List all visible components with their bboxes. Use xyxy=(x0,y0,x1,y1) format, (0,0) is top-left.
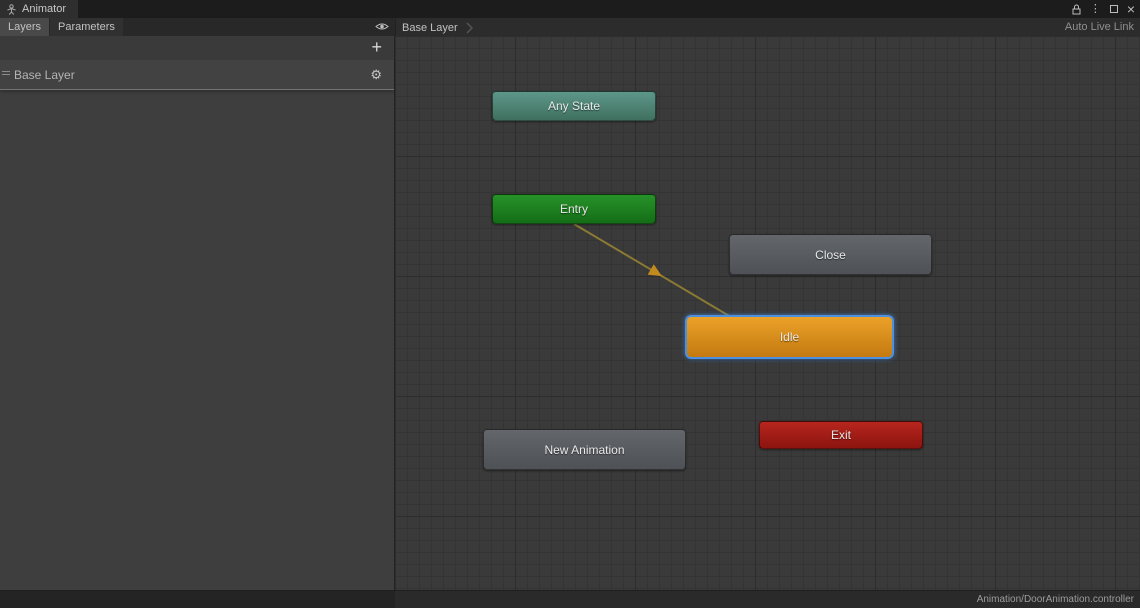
animator-window: Animator ⋮ × Layers Parameters Base Laye… xyxy=(0,0,1140,608)
state-node-entry[interactable]: Entry xyxy=(492,194,656,224)
maximize-icon[interactable] xyxy=(1109,5,1118,13)
menu-icon[interactable]: ⋮ xyxy=(1090,0,1101,18)
state-node-exit[interactable]: Exit xyxy=(759,421,923,449)
layer-row-base-layer[interactable]: Base Layer ⚙ xyxy=(0,60,394,90)
controller-path: Animation/DoorAnimation.controller xyxy=(976,594,1134,605)
animator-tab[interactable]: Animator xyxy=(0,0,79,18)
eye-icon[interactable] xyxy=(375,21,389,32)
state-label: Exit xyxy=(830,428,851,442)
state-node-any-state[interactable]: Any State xyxy=(492,91,656,121)
status-bar: Animation/DoorAnimation.controller xyxy=(0,590,1140,608)
state-node-idle-selected[interactable]: Idle xyxy=(685,315,894,359)
tab-layers-label: Layers xyxy=(8,21,42,33)
layer-name: Base Layer xyxy=(14,67,75,82)
tab-parameters[interactable]: Parameters xyxy=(50,18,123,36)
animator-icon xyxy=(7,3,16,15)
add-layer-button[interactable]: + xyxy=(371,36,382,58)
sidebar-tabs: Layers Parameters xyxy=(0,18,395,36)
state-label: Any State xyxy=(547,99,601,113)
gear-icon[interactable]: ⚙ xyxy=(370,60,382,90)
breadcrumb-label: Base Layer xyxy=(402,22,458,34)
state-node-new-animation[interactable]: New Animation xyxy=(483,429,686,470)
window-title: Animator xyxy=(22,3,67,15)
status-bar-left xyxy=(0,591,395,608)
title-bar: Animator ⋮ × xyxy=(0,0,1140,18)
state-label: Entry xyxy=(559,202,588,216)
breadcrumb[interactable]: Base Layer xyxy=(396,19,473,37)
chevron-right-icon xyxy=(466,22,473,34)
breadcrumb-bar: Base Layer Auto Live Link xyxy=(395,18,1140,36)
drag-handle-icon[interactable] xyxy=(2,69,10,77)
state-machine-canvas[interactable]: Any State Entry Close Idle New Animation… xyxy=(395,36,1140,590)
state-label: Close xyxy=(815,247,846,262)
state-node-close[interactable]: Close xyxy=(729,234,932,275)
tab-parameters-label: Parameters xyxy=(58,21,115,33)
layer-add-row: + xyxy=(0,36,394,60)
state-label: New Animation xyxy=(544,442,625,457)
lock-icon[interactable] xyxy=(1072,4,1081,15)
tab-layers[interactable]: Layers xyxy=(0,18,50,36)
state-label: Idle xyxy=(779,330,800,344)
tab-row: Layers Parameters Base Layer Auto Live L… xyxy=(0,18,1140,36)
window-controls: ⋮ × xyxy=(1072,0,1135,18)
layers-panel: + Base Layer ⚙ xyxy=(0,36,395,590)
auto-live-link-button[interactable]: Auto Live Link xyxy=(1065,18,1134,36)
close-icon[interactable]: × xyxy=(1127,0,1135,18)
